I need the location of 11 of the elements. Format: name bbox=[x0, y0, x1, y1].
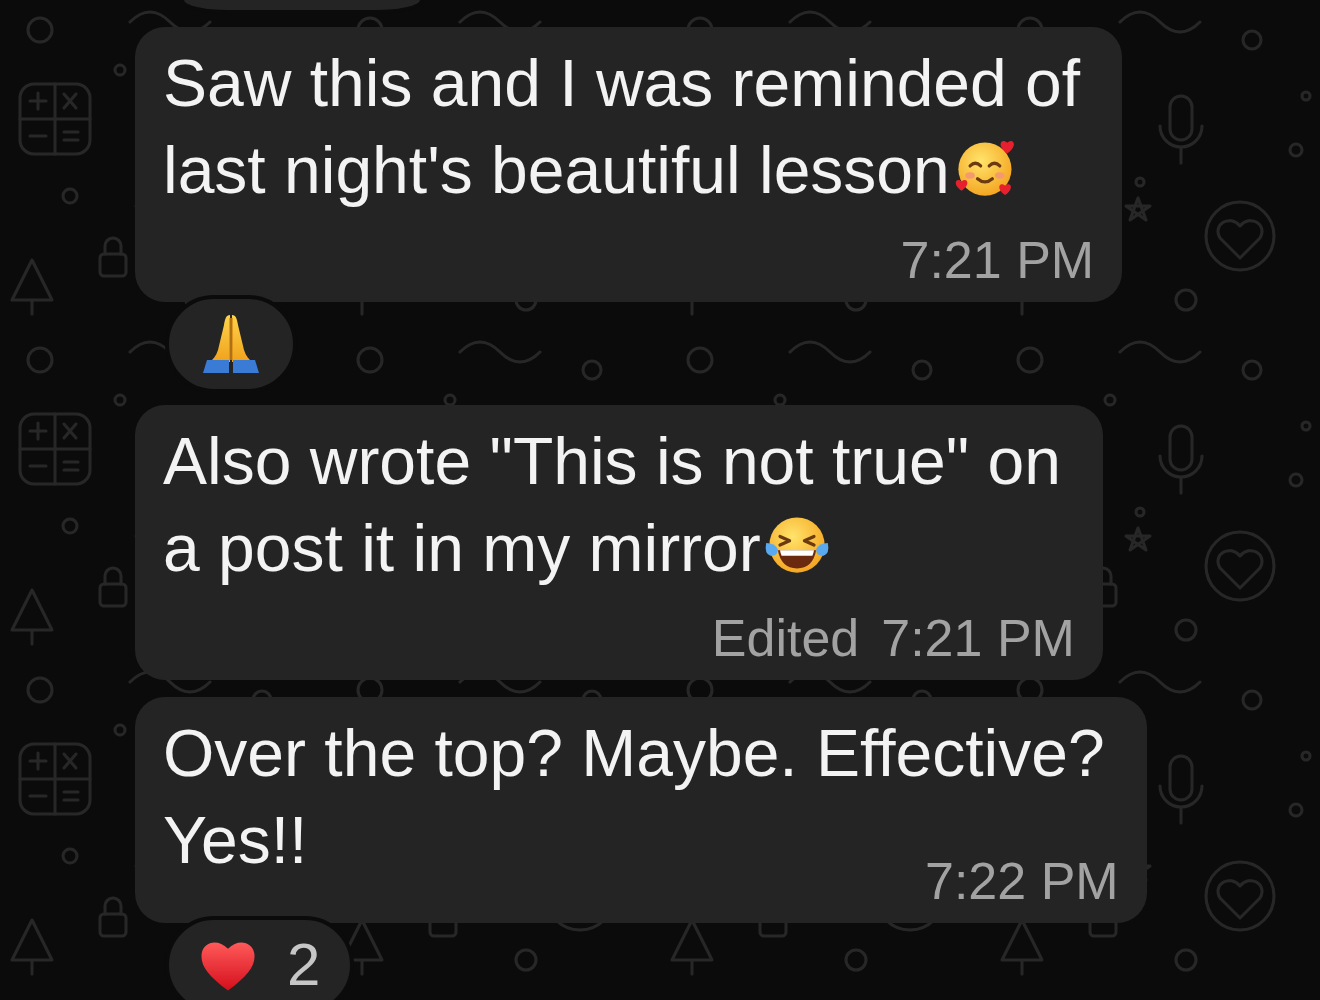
message-text: a post it in my mirror bbox=[163, 511, 761, 585]
message-time: 7:22 PM bbox=[925, 851, 1119, 911]
message-text: Yes!! bbox=[163, 803, 308, 877]
message-time: 7:21 PM bbox=[881, 608, 1075, 668]
message-text: last night's beautiful lesson bbox=[163, 133, 950, 207]
message-time: 7:21 PM bbox=[900, 230, 1095, 290]
reaction-count: 2 bbox=[287, 930, 321, 1000]
message-text: Saw this and I was reminded of bbox=[163, 45, 1081, 122]
edited-label: Edited bbox=[711, 608, 860, 668]
message-text: Also wrote "This is not true" on bbox=[163, 423, 1061, 500]
message-text: Over the top? Maybe. Effective? bbox=[163, 715, 1105, 792]
